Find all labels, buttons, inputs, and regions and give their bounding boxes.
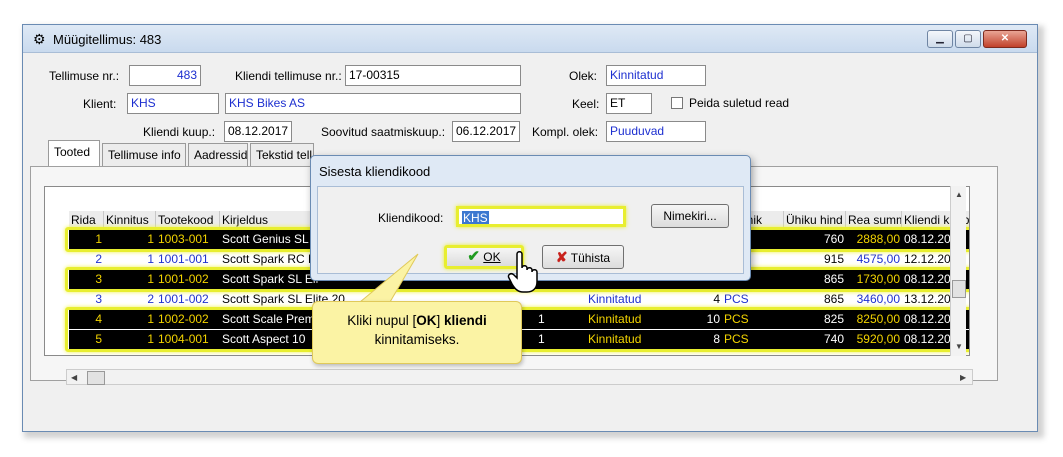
client-code-input[interactable]: KHS <box>456 206 626 227</box>
horizontal-scrollbar[interactable]: ◀ ▶ <box>66 369 973 385</box>
client-order-field[interactable]: 17-00315 <box>345 65 521 86</box>
cancel-button[interactable]: ✘ Tühista <box>542 245 624 269</box>
titlebar[interactable]: ⚙ Müügitellimus: 483 ▁ ▢ ✕ <box>23 25 1037 53</box>
hide-closed-label: Peida suletud read <box>689 96 790 110</box>
window-title: Müügitellimus: 483 <box>53 32 162 47</box>
language-field[interactable]: ET <box>606 93 652 114</box>
callout-text-2: ] <box>436 313 445 328</box>
client-order-label: Kliendi tellimuse nr.: <box>235 69 342 83</box>
language-label: Keel: <box>572 97 600 111</box>
callout-bold-client: kliendi <box>444 313 487 328</box>
desired-date-label: Soovitud saatmiskuup.: <box>321 125 446 139</box>
client-date-label: Kliendi kuup.: <box>143 125 216 139</box>
scroll-right-arrow-icon[interactable]: ▶ <box>960 373 966 382</box>
callout-bold-ok: OK <box>416 313 437 328</box>
vertical-scrollbar[interactable]: ▲ ▼ <box>950 186 966 356</box>
tab-tekstid[interactable]: Tekstid tell <box>250 143 314 166</box>
compl-field[interactable]: Puuduvad <box>606 121 706 142</box>
tab-tooted[interactable]: Tooted <box>48 140 100 166</box>
order-no-label: Tellimuse nr.: <box>49 69 120 83</box>
dialog-title: Sisesta kliendikood <box>319 164 431 179</box>
horizontal-scroll-thumb[interactable] <box>87 371 105 385</box>
client-label: Klient: <box>83 97 117 111</box>
scroll-down-arrow-icon[interactable]: ▼ <box>955 342 963 351</box>
hand-cursor-icon <box>507 251 538 293</box>
desired-date-field[interactable]: 06.12.2017 <box>452 121 520 142</box>
compl-label: Kompl. olek: <box>532 125 599 139</box>
close-button[interactable]: ✕ <box>983 30 1027 48</box>
ok-button-label: OK <box>483 250 501 264</box>
tab-aadressid[interactable]: Aadressid <box>188 143 248 166</box>
list-button[interactable]: Nimekiri... <box>651 204 729 228</box>
instruction-callout: Kliki nupul [OK] kliendi kinnitamiseks. <box>312 301 522 364</box>
client-code-selected-text: KHS <box>462 211 489 225</box>
maximize-button[interactable]: ▢ <box>955 30 981 48</box>
order-no-field[interactable]: 483 <box>129 65 201 86</box>
client-date-field[interactable]: 08.12.2017 <box>224 121 292 142</box>
status-label: Olek: <box>569 69 598 83</box>
app-gear-icon: ⚙ <box>33 31 46 47</box>
scroll-up-arrow-icon[interactable]: ▲ <box>955 190 963 199</box>
callout-text-1: Kliki nupul [ <box>347 313 417 328</box>
tab-tellimuse-info[interactable]: Tellimuse info <box>102 143 186 166</box>
hide-closed-checkbox[interactable] <box>671 97 683 109</box>
cross-icon: ✘ <box>555 249 568 265</box>
callout-pointer <box>358 253 419 303</box>
client-code-label: Kliendikood: <box>378 211 444 225</box>
scroll-left-arrow-icon[interactable]: ◀ <box>71 373 77 382</box>
status-field[interactable]: Kinnitatud <box>606 65 706 86</box>
client-name-field[interactable]: KHS Bikes AS <box>225 93 521 114</box>
check-icon: ✔ <box>467 248 480 265</box>
vertical-scroll-thumb[interactable] <box>952 280 966 298</box>
cancel-button-label: Tühista <box>570 251 611 265</box>
minimize-button[interactable]: ▁ <box>927 30 953 48</box>
callout-text-3: kinnitamiseks. <box>374 332 460 347</box>
client-code-field[interactable]: KHS <box>127 93 219 114</box>
